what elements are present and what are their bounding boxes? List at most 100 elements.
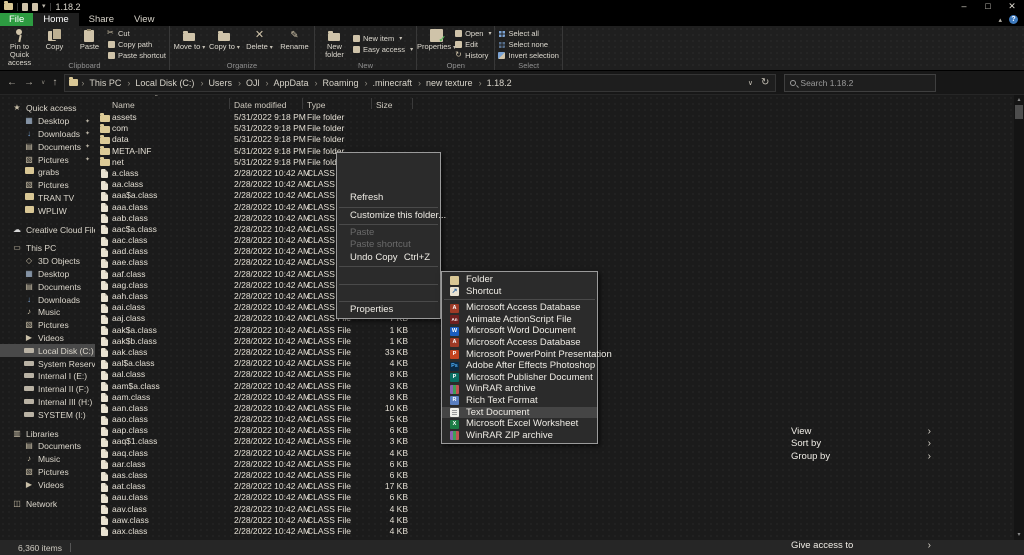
file-row[interactable]: aa.class 2/28/2022 10:42 AM CLASS File: [95, 179, 1014, 190]
ribbon-button-paste[interactable]: Paste: [73, 27, 106, 51]
sidebar-item[interactable]: ▧ Pictures ✦: [0, 179, 95, 192]
file-row[interactable]: aav.class 2/28/2022 10:42 AM CLASS File …: [95, 504, 1014, 515]
ribbon-button-paste-shortcut[interactable]: Paste shortcut: [108, 51, 166, 60]
new-submenu-item[interactable]: A Microsoft Access Database: [442, 302, 597, 314]
file-row[interactable]: a.class 2/28/2022 10:42 AM CLASS File: [95, 168, 1014, 179]
sidebar-item[interactable]: Local Disk (C:) ✦: [0, 344, 95, 358]
file-row[interactable]: aaa.class 2/28/2022 10:42 AM CLASS File: [95, 202, 1014, 213]
breadcrumb-item[interactable]: .minecraft: [362, 78, 416, 88]
sidebar-item[interactable]: ☁ Creative Cloud Files ✦: [0, 223, 95, 236]
recent-locations-icon[interactable]: ∨: [41, 79, 45, 86]
new-submenu-item[interactable]: A Microsoft Access Database: [442, 337, 597, 349]
sidebar-item[interactable]: ♪ Music ✦: [0, 453, 95, 466]
new-submenu-item[interactable]: WinRAR archive: [442, 383, 597, 395]
context-menu-item[interactable]: Group by ›: [778, 451, 935, 463]
help-icon[interactable]: ?: [1009, 15, 1018, 24]
context-menu-item[interactable]: Properties ›: [337, 304, 440, 316]
context-menu-item[interactable]: View ›: [778, 426, 935, 438]
new-submenu-item[interactable]: R Rich Text Format: [442, 395, 597, 407]
file-row[interactable]: aab.class 2/28/2022 10:42 AM CLASS File: [95, 213, 1014, 224]
ribbon-tab[interactable]: Share: [79, 13, 124, 26]
file-row[interactable]: aac.class 2/28/2022 10:42 AM CLASS File: [95, 235, 1014, 246]
sidebar-item[interactable]: ▤ Documents ✦: [0, 140, 95, 153]
new-submenu-item[interactable]: W Microsoft Word Document: [442, 325, 597, 337]
search-input[interactable]: [800, 77, 921, 88]
ribbon-button-invert-selection[interactable]: Invert selection: [498, 51, 559, 60]
refresh-icon[interactable]: ↻: [761, 77, 769, 88]
column-header-size[interactable]: Size: [376, 100, 393, 110]
sidebar-item[interactable]: ↓ Downloads ✦: [0, 293, 95, 306]
ribbon-button-select-all[interactable]: Select all: [498, 29, 558, 38]
new-submenu-item[interactable]: An Animate ActionScript File: [442, 314, 597, 326]
file-row[interactable]: assets 5/31/2022 9:18 PM File folder: [95, 112, 1014, 123]
collapse-ribbon-icon[interactable]: ▴: [998, 16, 1002, 24]
new-submenu-item[interactable]: Ps Adobe After Effects Photoshop: [442, 360, 597, 372]
maximize-button[interactable]: □: [976, 0, 1000, 13]
context-menu-item[interactable]: Undo Copy Ctrl+Z ›: [337, 252, 440, 264]
breadcrumb-item[interactable]: AppData: [262, 78, 311, 88]
sidebar-item[interactable]: ▦ Desktop ✦: [0, 268, 95, 281]
sidebar-item[interactable]: ♪ Music ✦: [0, 306, 95, 319]
sidebar-item[interactable]: ▶ Videos ✦: [0, 478, 95, 491]
sidebar-item[interactable]: Internal II (F:) ✦: [0, 383, 95, 396]
file-row[interactable]: aax.class 2/28/2022 10:42 AM CLASS File …: [95, 526, 1014, 537]
new-submenu-item[interactable]: P Microsoft PowerPoint Presentation: [442, 349, 612, 361]
ribbon-tab[interactable]: View: [124, 13, 164, 26]
file-row[interactable]: aau.class 2/28/2022 10:42 AM CLASS File …: [95, 492, 1014, 503]
qat-customize-caret-icon[interactable]: ▾: [42, 3, 46, 11]
file-row[interactable]: aad.class 2/28/2022 10:42 AM CLASS File: [95, 246, 1014, 257]
ribbon-button-new-folder[interactable]: New folder: [318, 27, 351, 59]
ribbon-button-delete[interactable]: Delete▾: [243, 27, 276, 52]
column-separator[interactable]: [302, 98, 303, 109]
context-menu-item[interactable]: Sort by ›: [778, 438, 935, 450]
column-header-date[interactable]: Date modified: [234, 100, 286, 110]
ribbon-button-history[interactable]: History: [455, 51, 491, 60]
file-row[interactable]: com 5/31/2022 9:18 PM File folder: [95, 123, 1014, 134]
column-separator[interactable]: [229, 98, 230, 109]
new-submenu-item[interactable]: Folder: [442, 274, 597, 286]
ribbon-tab[interactable]: Home: [33, 13, 79, 26]
file-row[interactable]: aac$a.class 2/28/2022 10:42 AM CLASS Fil…: [95, 224, 1014, 235]
sidebar-item[interactable]: WPLIW ✦: [0, 204, 95, 217]
new-submenu-item[interactable]: ↗ Shortcut: [442, 286, 597, 298]
file-row[interactable]: aaa$a.class 2/28/2022 10:42 AM CLASS Fil…: [95, 190, 1014, 201]
file-row[interactable]: aat.class 2/28/2022 10:42 AM CLASS File …: [95, 481, 1014, 492]
ribbon-button-copy[interactable]: Copy: [38, 27, 71, 51]
ribbon-button-copy-to[interactable]: Copy to ▾: [208, 27, 241, 52]
sidebar-item[interactable]: TRAN TV ✦: [0, 192, 95, 205]
tab-file[interactable]: File: [0, 13, 34, 26]
column-separator[interactable]: [412, 98, 413, 109]
sidebar-item[interactable]: ▧ Pictures ✦: [0, 153, 95, 166]
context-menu-item[interactable]: Give access to ›: [778, 540, 935, 552]
sidebar-item[interactable]: ◫ Network ✦: [0, 497, 95, 510]
ribbon-button-copy-path[interactable]: Copy path: [108, 40, 166, 49]
breadcrumb-item[interactable]: Local Disk (C:): [124, 78, 197, 88]
ribbon-button-new-item[interactable]: New item ▾: [352, 34, 413, 43]
new-submenu-item[interactable]: Text Document: [442, 406, 597, 419]
qat-properties-icon[interactable]: [22, 2, 28, 11]
file-row[interactable]: aas.class 2/28/2022 10:42 AM CLASS File …: [95, 470, 1014, 481]
new-submenu-item[interactable]: P Microsoft Publisher Document: [442, 372, 597, 384]
ribbon-button-cut[interactable]: Cut: [107, 29, 166, 38]
breadcrumb-item[interactable]: Users: [197, 78, 235, 88]
breadcrumb-item[interactable]: This PC: [78, 78, 124, 88]
up-icon[interactable]: ↑: [52, 77, 57, 88]
sidebar-item[interactable]: SYSTEM (I:) ✦: [0, 408, 95, 421]
file-row[interactable]: META-INF 5/31/2022 9:18 PM File folder: [95, 146, 1014, 157]
sidebar-item[interactable]: ▥ Libraries ✦: [0, 427, 95, 440]
breadcrumb-item[interactable]: new texture: [415, 78, 476, 88]
file-row[interactable]: aae.class 2/28/2022 10:42 AM CLASS File: [95, 257, 1014, 268]
sidebar-item[interactable]: ★ Quick access ✦: [0, 102, 95, 115]
sidebar-item[interactable]: Internal III (H:) ✦: [0, 396, 95, 409]
address-bar[interactable]: This PC Local Disk (C:) Users OJl AppDat…: [64, 73, 777, 92]
context-menu-item[interactable]: Refresh ›: [337, 192, 440, 204]
scroll-up-icon[interactable]: ▴: [1014, 95, 1024, 105]
column-header-type[interactable]: Type: [307, 100, 325, 110]
column-header-name[interactable]: Name: [112, 100, 135, 110]
sidebar-item[interactable]: ▧ Pictures ✦: [0, 319, 95, 332]
close-button[interactable]: ✕: [1000, 0, 1024, 13]
sidebar-item[interactable]: Internal I (E:) ✦: [0, 370, 95, 383]
sidebar-item[interactable]: ▦ Desktop ✦: [0, 115, 95, 128]
ribbon-button-select-none[interactable]: Select none: [498, 40, 558, 49]
sidebar-item[interactable]: System Reserved (D ✦: [0, 357, 95, 370]
